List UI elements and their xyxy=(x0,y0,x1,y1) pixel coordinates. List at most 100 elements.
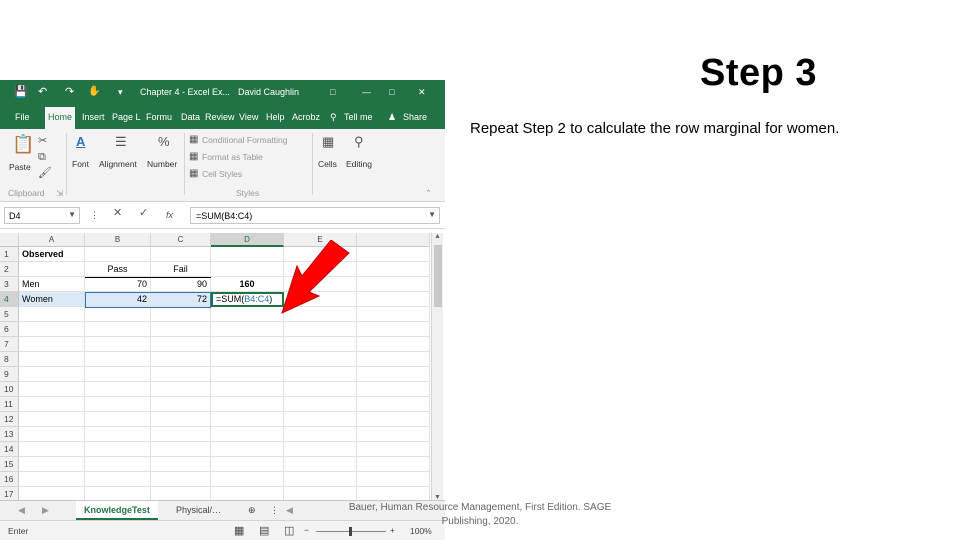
editing-search-icon[interactable]: ⚲ xyxy=(354,135,364,149)
paste-button[interactable]: Paste xyxy=(9,162,31,172)
normal-view-icon[interactable]: ▦ xyxy=(234,524,244,537)
cell-c5[interactable] xyxy=(151,307,211,322)
cell-c8[interactable] xyxy=(151,352,211,367)
column-header-c[interactable]: C xyxy=(151,233,211,247)
cell-e15[interactable] xyxy=(284,457,357,472)
cell-f4[interactable] xyxy=(357,292,430,307)
scroll-left-icon[interactable]: ◀ xyxy=(278,501,301,520)
alignment-icon[interactable]: ☰ xyxy=(115,135,127,149)
cell-f16[interactable] xyxy=(357,472,430,487)
zoom-out-icon[interactable]: − xyxy=(304,525,309,535)
cell-c10[interactable] xyxy=(151,382,211,397)
cell-a2[interactable] xyxy=(19,262,85,277)
cell-d7[interactable] xyxy=(211,337,284,352)
minimize-icon[interactable]: — xyxy=(362,86,371,98)
cell-b2[interactable]: Pass xyxy=(85,262,151,277)
insert-function-icon[interactable]: fx xyxy=(166,210,173,220)
cell-d8[interactable] xyxy=(211,352,284,367)
share-icon[interactable]: ♟ xyxy=(388,111,396,123)
cells-icon[interactable]: ▦ xyxy=(322,135,334,149)
cell-b8[interactable] xyxy=(85,352,151,367)
cell-a13[interactable] xyxy=(19,427,85,442)
maximize-icon[interactable]: □ xyxy=(389,86,394,98)
cell-f10[interactable] xyxy=(357,382,430,397)
cell-b12[interactable] xyxy=(85,412,151,427)
cell-f13[interactable] xyxy=(357,427,430,442)
font-icon[interactable]: A xyxy=(76,135,85,149)
cell-f15[interactable] xyxy=(357,457,430,472)
cell-e9[interactable] xyxy=(284,367,357,382)
cell-b10[interactable] xyxy=(85,382,151,397)
page-break-view-icon[interactable]: ◫ xyxy=(284,524,294,537)
cell-f12[interactable] xyxy=(357,412,430,427)
clipboard-launcher-icon[interactable]: ⇲ xyxy=(56,188,63,198)
customize-toolbar-icon[interactable]: ▾ xyxy=(118,86,123,98)
cell-e16[interactable] xyxy=(284,472,357,487)
row-header[interactable]: 8 xyxy=(0,352,19,367)
cell-d12[interactable] xyxy=(211,412,284,427)
cell-c11[interactable] xyxy=(151,397,211,412)
cell-d14[interactable] xyxy=(211,442,284,457)
select-all-corner[interactable] xyxy=(0,233,19,247)
cell-c6[interactable] xyxy=(151,322,211,337)
cut-icon[interactable]: ✂ xyxy=(38,134,47,148)
font-button[interactable]: Font xyxy=(72,159,89,169)
cell-b15[interactable] xyxy=(85,457,151,472)
cell-e13[interactable] xyxy=(284,427,357,442)
cell-d13[interactable] xyxy=(211,427,284,442)
cell-a9[interactable] xyxy=(19,367,85,382)
cell-d16[interactable] xyxy=(211,472,284,487)
cell-f3[interactable] xyxy=(357,277,430,292)
expand-formula-icon[interactable]: ▼ xyxy=(428,210,436,219)
share-button[interactable]: Share xyxy=(403,111,427,123)
vertical-scrollbar[interactable]: ▲ ▼ xyxy=(431,233,443,501)
tab-formulas[interactable]: Formu xyxy=(146,111,172,123)
cell-b14[interactable] xyxy=(85,442,151,457)
cell-f1[interactable] xyxy=(357,247,430,262)
row-header[interactable]: 10 xyxy=(0,382,19,397)
formula-input[interactable]: =SUM(B4:C4) ▼ xyxy=(190,207,440,224)
cells-button[interactable]: Cells xyxy=(318,159,337,169)
cell-c1[interactable] xyxy=(151,247,211,262)
name-box[interactable]: D4 ▼ xyxy=(4,207,80,224)
cell-c13[interactable] xyxy=(151,427,211,442)
cell-f2[interactable] xyxy=(357,262,430,277)
cell-d15[interactable] xyxy=(211,457,284,472)
cell-c3[interactable]: 90 xyxy=(151,277,211,292)
tab-data[interactable]: Data xyxy=(181,111,200,123)
cancel-icon[interactable]: ✕ xyxy=(113,208,122,219)
cell-styles-button[interactable]: Cell Styles xyxy=(202,169,242,179)
cell-b6[interactable] xyxy=(85,322,151,337)
row-header[interactable]: 5 xyxy=(0,307,19,322)
row-header[interactable]: 7 xyxy=(0,337,19,352)
cell-d10[interactable] xyxy=(211,382,284,397)
column-header-f[interactable] xyxy=(357,233,430,247)
tab-insert[interactable]: Insert xyxy=(82,111,105,123)
cell-d11[interactable] xyxy=(211,397,284,412)
format-as-table-icon[interactable]: ▦ xyxy=(189,150,198,164)
cell-a11[interactable] xyxy=(19,397,85,412)
column-header-a[interactable]: A xyxy=(19,233,85,247)
cell-a4[interactable]: Women xyxy=(19,292,85,307)
cell-a10[interactable] xyxy=(19,382,85,397)
cell-b11[interactable] xyxy=(85,397,151,412)
tab-file[interactable]: File xyxy=(15,111,30,123)
cell-c2[interactable]: Fail xyxy=(151,262,211,277)
conditional-formatting-icon[interactable]: ▦ xyxy=(189,133,198,147)
tab-home[interactable]: Home xyxy=(45,107,76,129)
copy-icon[interactable]: ⧉ xyxy=(38,150,46,164)
cell-d9[interactable] xyxy=(211,367,284,382)
cell-a5[interactable] xyxy=(19,307,85,322)
page-layout-view-icon[interactable]: ▤ xyxy=(259,524,269,537)
cell-c15[interactable] xyxy=(151,457,211,472)
row-header[interactable]: 16 xyxy=(0,472,19,487)
cell-e14[interactable] xyxy=(284,442,357,457)
cell-a16[interactable] xyxy=(19,472,85,487)
new-sheet-icon[interactable]: ⊕ xyxy=(240,501,264,520)
cell-e12[interactable] xyxy=(284,412,357,427)
cell-a12[interactable] xyxy=(19,412,85,427)
cell-a14[interactable] xyxy=(19,442,85,457)
scrollbar-thumb[interactable] xyxy=(434,245,442,307)
row-header[interactable]: 12 xyxy=(0,412,19,427)
cell-f5[interactable] xyxy=(357,307,430,322)
